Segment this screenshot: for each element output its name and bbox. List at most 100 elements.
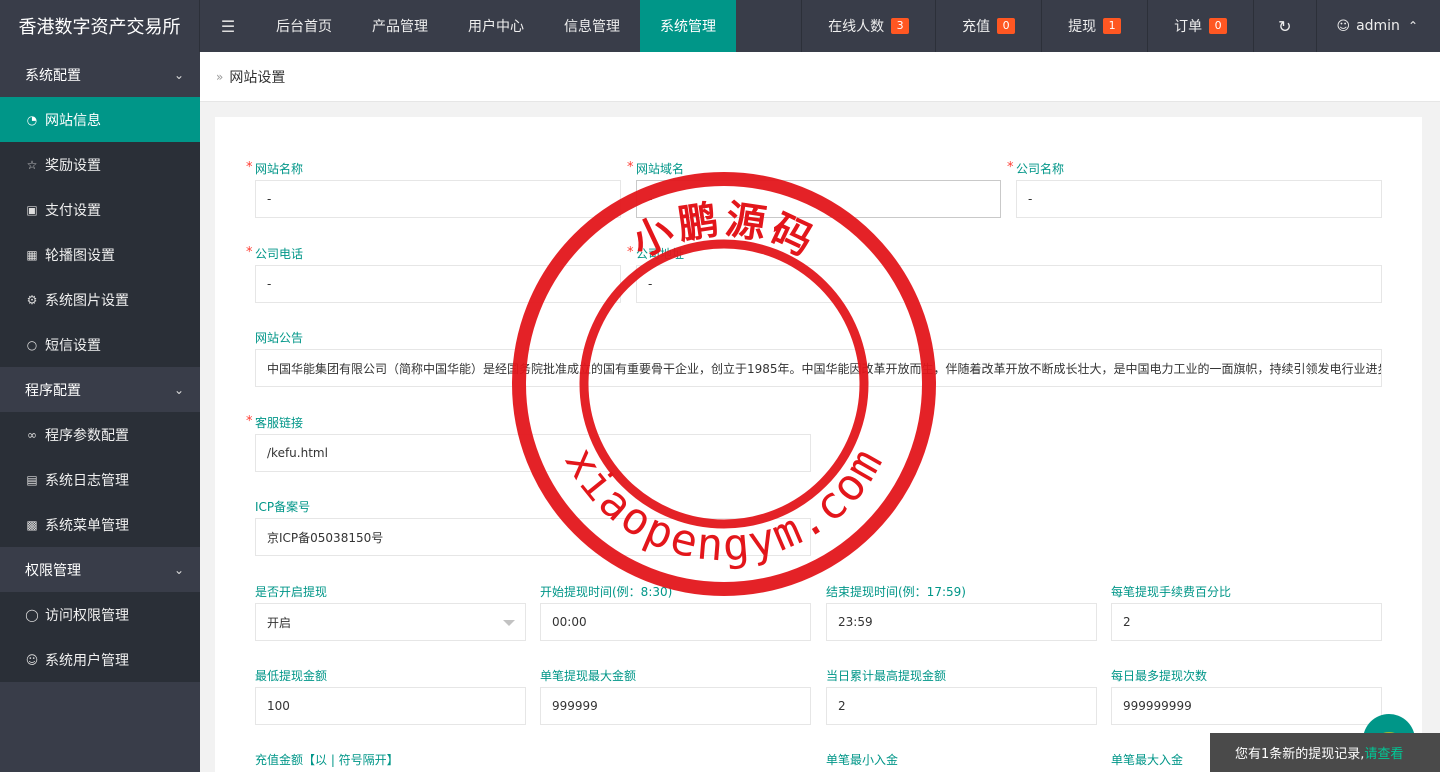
withdraw-max-daily-input[interactable]: 2	[826, 687, 1097, 725]
user-icon: ☺	[1336, 18, 1351, 34]
app-title[interactable]: 香港数字资产交易所	[0, 0, 200, 52]
withdraw-open-select[interactable]: 开启	[255, 603, 526, 641]
company-phone-input[interactable]: -	[255, 265, 621, 303]
sidebar-item-label: 支付设置	[45, 202, 101, 219]
withdraw-max-single-label: 单笔提现最大金额	[540, 669, 637, 683]
withdraw-label: 提现	[1068, 19, 1097, 35]
field-deposit-min: 单笔最小入金	[826, 751, 1097, 769]
caret-down-icon	[503, 620, 515, 626]
field-withdraw-fee: 每笔提现手续费百分比 2	[1111, 583, 1382, 641]
sidebar-item-system-menu[interactable]: ▩ 系统菜单管理	[0, 502, 200, 547]
site-domain-label: 网站域名	[636, 162, 685, 176]
field-withdraw-times-daily: 每日最多提现次数 999999999	[1111, 667, 1382, 725]
chevron-down-icon: ⌄	[173, 67, 184, 82]
sidebar-group-permissions[interactable]: 权限管理 ⌄	[0, 547, 200, 592]
field-site-name: * 网站名称 -	[246, 160, 621, 218]
sidebar-item-label: 系统菜单管理	[45, 517, 129, 534]
field-withdraw-start: 开始提现时间(例：8:30) 00:00	[540, 583, 811, 641]
withdraw-start-input[interactable]: 00:00	[540, 603, 811, 641]
breadcrumb-label[interactable]: 网站设置	[229, 67, 285, 87]
company-address-input[interactable]: -	[636, 265, 1382, 303]
chat-icon: ○	[26, 337, 38, 352]
withdraw-min-label: 最低提现金额	[255, 669, 328, 683]
recharge-amounts-label: 充值金额【以 | 符号隔开】	[255, 753, 399, 767]
sidebar-group-system-config[interactable]: 系统配置 ⌄	[0, 52, 200, 97]
gear-icon: ⚙	[26, 292, 38, 307]
refresh-icon[interactable]: ↻	[1253, 0, 1315, 52]
sidebar-item-system-images[interactable]: ⚙ 系统图片设置	[0, 277, 200, 322]
field-withdraw-max-single: 单笔提现最大金额 999999	[540, 667, 811, 725]
sidebar-item-label: 程序参数配置	[45, 427, 129, 444]
withdraw-end-input[interactable]: 23:59	[826, 603, 1097, 641]
withdraw-max-single-input[interactable]: 999999	[540, 687, 811, 725]
withdraw-badge: 1	[1103, 18, 1122, 34]
sidebar-item-carousel[interactable]: ▦ 轮播图设置	[0, 232, 200, 277]
sidebar-item-rewards[interactable]: ☆ 奖励设置	[0, 142, 200, 187]
user-name: admin	[1356, 18, 1400, 34]
nav-users[interactable]: 用户中心	[448, 0, 544, 52]
money-icon: ▣	[26, 202, 38, 217]
user-menu[interactable]: ☺ admin ⌃	[1315, 0, 1440, 52]
site-name-input[interactable]: -	[255, 180, 621, 218]
site-domain-input[interactable]: -	[636, 180, 1001, 218]
required-mark: *	[627, 245, 634, 260]
nav-products[interactable]: 产品管理	[352, 0, 448, 52]
order-label: 订单	[1174, 19, 1203, 35]
chevron-down-icon: ⌄	[173, 562, 184, 577]
nav-system[interactable]: 系统管理	[640, 0, 736, 52]
sidebar-group-program-config[interactable]: 程序配置 ⌄	[0, 367, 200, 412]
image-icon: ▦	[26, 247, 38, 262]
field-withdraw-min: 最低提现金额 100	[255, 667, 526, 725]
company-name-input[interactable]: -	[1016, 180, 1382, 218]
field-withdraw-end: 结束提现时间(例：17:59) 23:59	[826, 583, 1097, 641]
star-icon: ☆	[26, 157, 38, 172]
sidebar-item-label: 轮播图设置	[45, 247, 115, 264]
withdraw-fee-input[interactable]: 2	[1111, 603, 1382, 641]
settings-form: * 网站名称 - * 网站域名 - * 公司名称 - * 公司电话 - * 公司…	[215, 117, 1422, 772]
nav-home[interactable]: 后台首页	[256, 0, 352, 52]
sidebar-item-label: 系统日志管理	[45, 472, 129, 489]
sidebar-item-site-info[interactable]: ◔ 网站信息	[0, 97, 200, 142]
top-nav: 后台首页 产品管理 用户中心 信息管理 系统管理	[256, 0, 736, 52]
menu-icon[interactable]: ☰	[200, 0, 256, 52]
withdraw-count[interactable]: 提现 1	[1041, 0, 1147, 52]
field-kefu: * 客服链接 /kefu.html	[246, 414, 811, 472]
kefu-input[interactable]: /kefu.html	[255, 434, 811, 472]
field-company-address: * 公司地址 -	[627, 245, 1382, 303]
order-count[interactable]: 订单 0	[1147, 0, 1253, 52]
log-icon: ▤	[26, 472, 38, 487]
required-mark: *	[1007, 160, 1014, 175]
field-withdraw-max-daily: 当日累计最高提现金额 2	[826, 667, 1097, 725]
recharge-count[interactable]: 充值 0	[935, 0, 1041, 52]
withdraw-notification[interactable]: 您有1条新的提现记录, 请查看	[1210, 733, 1440, 772]
field-icp: ICP备案号 京ICP备05038150号	[255, 498, 811, 556]
kefu-label: 客服链接	[255, 416, 304, 430]
sidebar-item-payment[interactable]: ▣ 支付设置	[0, 187, 200, 232]
chevron-up-icon: ⌃	[1407, 19, 1418, 33]
sidebar-item-system-users[interactable]: ☺ 系统用户管理	[0, 637, 200, 682]
required-mark: *	[246, 160, 253, 175]
online-count[interactable]: 在线人数 3	[801, 0, 935, 52]
sidebar-item-sms[interactable]: ○ 短信设置	[0, 322, 200, 367]
order-badge: 0	[1209, 18, 1228, 34]
withdraw-times-daily-label: 每日最多提现次数	[1111, 669, 1208, 683]
required-mark: *	[246, 414, 253, 429]
withdraw-min-input[interactable]: 100	[255, 687, 526, 725]
withdraw-start-label: 开始提现时间(例：8:30)	[540, 585, 673, 599]
online-label: 在线人数	[828, 19, 885, 35]
sidebar-item-system-logs[interactable]: ▤ 系统日志管理	[0, 457, 200, 502]
toast-link[interactable]: 请查看	[1364, 743, 1403, 762]
user-icon: ☺	[25, 652, 39, 667]
withdraw-fee-label: 每笔提现手续费百分比	[1111, 585, 1232, 599]
icp-input[interactable]: 京ICP备05038150号	[255, 518, 811, 556]
nav-info[interactable]: 信息管理	[544, 0, 640, 52]
sidebar-item-label: 网站信息	[45, 112, 101, 129]
withdraw-open-value: 开启	[267, 615, 292, 630]
sidebar-item-label: 系统图片设置	[45, 292, 129, 309]
sidebar-group-label: 权限管理	[25, 562, 81, 579]
sidebar-item-program-params[interactable]: ∞ 程序参数配置	[0, 412, 200, 457]
notice-input[interactable]: 中国华能集团有限公司（简称中国华能）是经国务院批准成立的国有重要骨干企业，创立于…	[255, 349, 1382, 387]
sidebar-group-label: 程序配置	[25, 382, 81, 399]
sidebar-item-access-control[interactable]: ◯ 访问权限管理	[0, 592, 200, 637]
withdraw-times-daily-input[interactable]: 999999999	[1111, 687, 1382, 725]
